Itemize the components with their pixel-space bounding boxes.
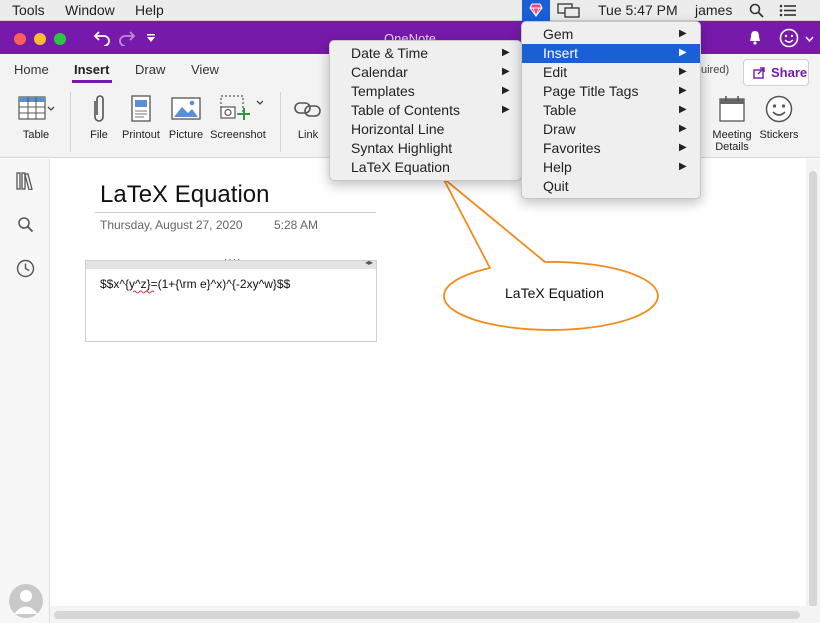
gem-menu-item-quit[interactable]: Quit	[522, 177, 700, 196]
submenu-arrow-icon: ▶	[502, 85, 510, 96]
submenu-arrow-icon: ▶	[502, 104, 510, 115]
insert-submenu-item-horizontal-line[interactable]: Horizontal Line	[330, 120, 521, 139]
gem-menu-item-label: Quit	[543, 178, 569, 194]
gem-menu: Gem ▶ Insert ▶ Edit ▶ Page Title Tags ▶ Table ▶ Dr…	[521, 21, 701, 199]
insert-submenu-item-label: Horizontal Line	[351, 121, 445, 137]
submenu-arrow-icon: ▶	[679, 123, 687, 134]
gem-menu-item-gem[interactable]: Gem ▶	[522, 25, 700, 44]
insert-submenu-item-label: LaTeX Equation	[351, 159, 450, 175]
submenu-arrow-icon: ▶	[679, 104, 687, 115]
gem-menu-item-favorites[interactable]: Favorites ▶	[522, 139, 700, 158]
insert-submenu-item-templates[interactable]: Templates ▶	[330, 82, 521, 101]
gem-menu-item-label: Table	[543, 102, 577, 118]
gem-menu-item-help[interactable]: Help ▶	[522, 158, 700, 177]
insert-submenu-item-syntax-highlight[interactable]: Syntax Highlight	[330, 139, 521, 158]
submenu-arrow-icon: ▶	[679, 66, 687, 77]
insert-submenu-item-latex-equation[interactable]: LaTeX Equation	[330, 158, 521, 177]
submenu-arrow-icon: ▶	[679, 161, 687, 172]
gem-menu-item-label: Edit	[543, 64, 568, 80]
gem-menu-item-label: Favorites	[543, 140, 601, 156]
insert-submenu-item-label: Templates	[351, 83, 415, 99]
gem-menu-item-label: Help	[543, 159, 572, 175]
insert-submenu-item-table-of-contents[interactable]: Table of Contents ▶	[330, 101, 521, 120]
insert-submenu-item-date-time[interactable]: Date & Time ▶	[330, 44, 521, 63]
gem-menu-item-label: Gem	[543, 26, 574, 42]
submenu-arrow-icon: ▶	[502, 47, 510, 58]
submenu-arrow-icon: ▶	[502, 66, 510, 77]
gem-menu-item-edit[interactable]: Edit ▶	[522, 63, 700, 82]
submenu-arrow-icon: ▶	[679, 47, 687, 58]
gem-menu-item-insert[interactable]: Insert ▶	[522, 44, 700, 63]
gem-menu-item-page-title-tags[interactable]: Page Title Tags ▶	[522, 82, 700, 101]
insert-submenu-item-label: Date & Time	[351, 45, 429, 61]
submenu-arrow-icon: ▶	[679, 85, 687, 96]
insert-submenu-item-label: Syntax Highlight	[351, 140, 453, 156]
submenu-arrow-icon: ▶	[679, 28, 687, 39]
gem-menu-item-label: Insert	[543, 45, 579, 61]
gem-menu-item-table[interactable]: Table ▶	[522, 101, 700, 120]
callout-text: LaTeX Equation	[505, 285, 604, 301]
submenu-arrow-icon: ▶	[679, 142, 687, 153]
insert-submenu-item-label: Table of Contents	[351, 102, 460, 118]
insert-submenu-item-calendar[interactable]: Calendar ▶	[330, 63, 521, 82]
gem-menu-item-label: Page Title Tags	[543, 83, 639, 99]
insert-submenu: Date & Time ▶ Calendar ▶ Templates ▶ Table of …	[329, 40, 522, 181]
insert-submenu-item-label: Calendar	[351, 64, 408, 80]
gem-menu-item-draw[interactable]: Draw ▶	[522, 120, 700, 139]
gem-menu-item-label: Draw	[543, 121, 576, 137]
